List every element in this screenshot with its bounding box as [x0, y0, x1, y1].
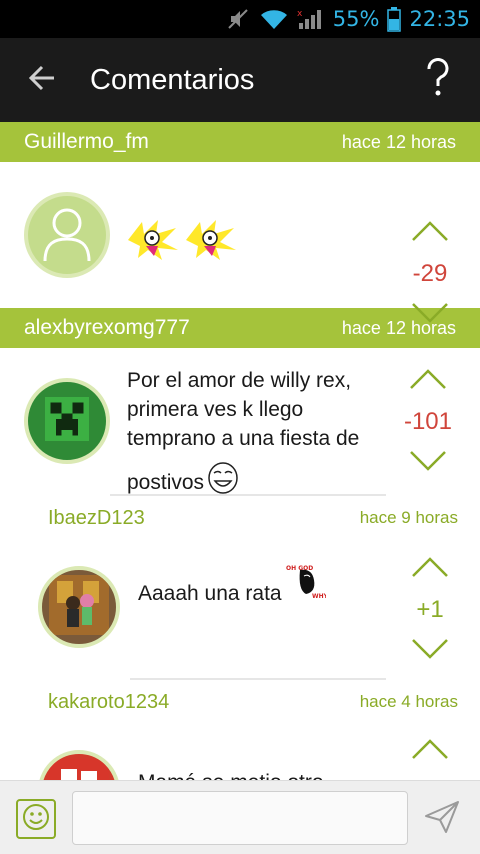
chevron-down-icon: [409, 450, 447, 477]
help-button[interactable]: [396, 38, 480, 122]
action-bar: Comentarios: [0, 38, 480, 122]
red-comic-avatar: [49, 758, 109, 780]
page-title: Comentarios: [90, 63, 255, 96]
rage-face-sticker: OH GOD WHY: [286, 562, 329, 610]
comment-input-bar: [0, 780, 480, 854]
signal-icon: x: [297, 7, 325, 31]
upvote-button[interactable]: [408, 368, 448, 394]
divider: [110, 494, 386, 496]
comment-input[interactable]: [72, 791, 408, 845]
meme-sticker: [186, 220, 236, 260]
comment-text: Por el amor de willy rex, primera ves k …: [127, 366, 377, 503]
vote-control: [400, 738, 460, 764]
smiley-icon: [22, 803, 50, 836]
reply-time: hace 4 horas: [359, 692, 458, 711]
wifi-icon: [259, 7, 289, 31]
clock: 22:35: [409, 7, 470, 31]
upvote-button[interactable]: [410, 220, 450, 246]
reply-time: hace 9 horas: [359, 508, 458, 527]
chevron-up-icon: [411, 738, 449, 765]
comment-line: primera ves k llego: [127, 398, 304, 421]
svg-text:WHY: WHY: [312, 593, 326, 600]
reply-text: Mamá se metio otro: [138, 768, 324, 780]
comments-list[interactable]: Guillermo_fm hace 12 horas -29 alexbyrex…: [0, 122, 480, 780]
svg-text:OH GOD: OH GOD: [286, 565, 313, 572]
reply-header: kakaroto1234 hace 4 horas: [48, 682, 458, 722]
upvote-button[interactable]: [410, 738, 450, 764]
arrow-left-icon: [28, 65, 56, 96]
vote-control: -29: [400, 220, 460, 328]
reply-header: IbaezD123 hace 9 horas: [48, 498, 458, 538]
chevron-up-icon: [411, 556, 449, 583]
reply-username[interactable]: kakaroto1234: [48, 691, 169, 714]
upvote-button[interactable]: [410, 556, 450, 582]
reply-text-content: Aaaah una rata: [138, 581, 282, 605]
comment-username[interactable]: alexbyrexomg777: [24, 316, 190, 340]
comment-item: -29: [0, 162, 480, 323]
chevron-down-icon: [411, 302, 449, 329]
downvote-button[interactable]: [410, 302, 450, 328]
comment-header: Guillermo_fm hace 12 horas: [0, 122, 480, 162]
divider: [130, 678, 386, 680]
chevron-down-icon: [411, 638, 449, 665]
comment-line: temprano a una fiesta de: [127, 427, 360, 450]
comment-line: Por el amor de willy rex,: [127, 369, 352, 392]
svg-text:x: x: [297, 9, 303, 19]
meme-sticker: [128, 220, 178, 260]
reply-username[interactable]: IbaezD123: [48, 507, 145, 530]
downvote-button[interactable]: [408, 450, 448, 476]
avatar[interactable]: [38, 566, 120, 648]
anime-couple-avatar: [49, 574, 109, 640]
emoji-button[interactable]: [16, 799, 56, 839]
vote-score: +1: [416, 596, 444, 623]
creeper-avatar: [45, 396, 89, 446]
vote-control: -101: [398, 368, 458, 476]
vote-score: -101: [403, 408, 453, 435]
vote-score: -29: [412, 260, 448, 287]
rage-face-sticker: [206, 461, 240, 503]
comment-username[interactable]: Guillermo_fm: [24, 130, 149, 154]
send-button[interactable]: [420, 797, 464, 841]
downvote-button[interactable]: [410, 638, 450, 664]
battery-icon: [387, 6, 402, 32]
vote-control: +1: [400, 556, 460, 664]
default-user-icon: [39, 203, 95, 268]
status-bar: x 55% 22:35: [0, 0, 480, 38]
chevron-up-icon: [409, 368, 447, 395]
back-button[interactable]: [0, 38, 84, 122]
comment-line: postivos: [127, 470, 205, 494]
avatar[interactable]: [24, 192, 110, 278]
send-icon: [424, 800, 460, 839]
mute-icon: [225, 6, 251, 32]
avatar[interactable]: [38, 750, 120, 780]
question-mark-icon: [425, 57, 451, 103]
battery-percent: 55%: [332, 7, 380, 31]
avatar[interactable]: [24, 378, 110, 464]
comment-time: hace 12 horas: [341, 131, 456, 152]
chevron-up-icon: [411, 220, 449, 247]
reply-text: Aaaah una rata OH GOD WHY: [138, 565, 328, 610]
